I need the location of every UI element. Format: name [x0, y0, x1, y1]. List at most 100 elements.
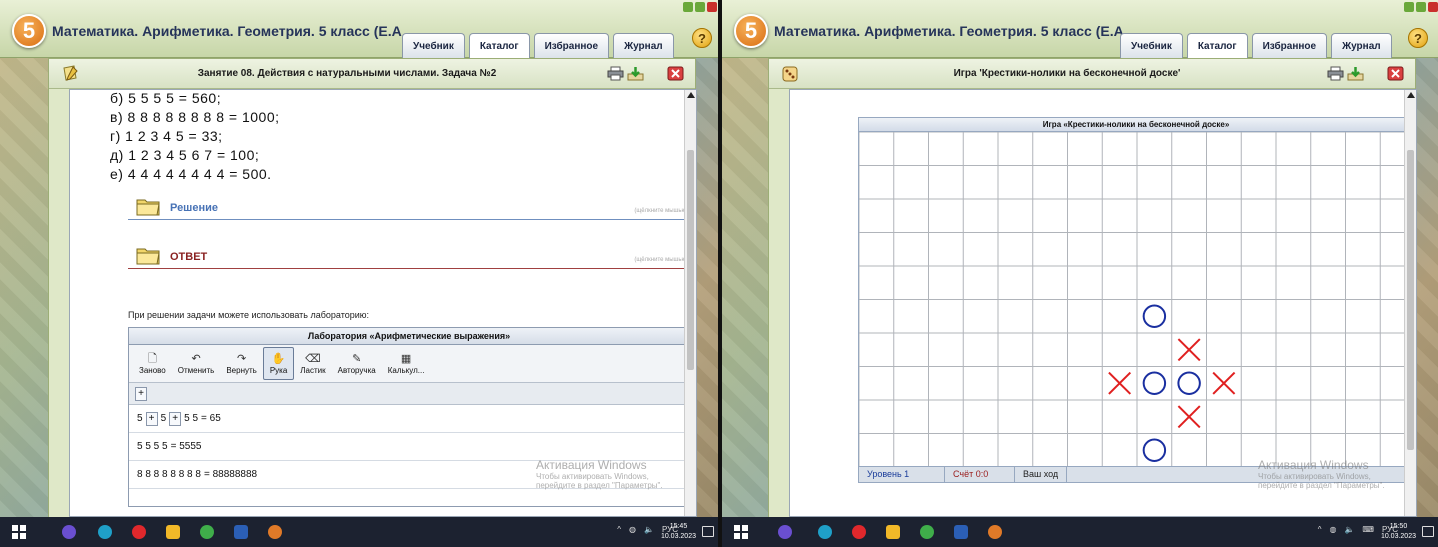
tab-textbook[interactable]: Учебник — [1120, 33, 1183, 58]
lesson-content: б) 5 5 5 5 = 560; в) 8 8 8 8 8 8 8 8 = 1… — [69, 89, 697, 517]
maximize-button[interactable] — [695, 2, 705, 12]
opera-icon[interactable] — [852, 525, 866, 539]
app-logo[interactable]: 5 — [12, 14, 46, 48]
edge-icon[interactable] — [98, 525, 112, 539]
expression-row[interactable]: 5 5 5 5 = 5555 — [129, 433, 689, 461]
folder-icon[interactable] — [166, 525, 180, 539]
download-icon[interactable] — [1347, 66, 1364, 81]
eraser-button[interactable]: ⌫ Ластик — [294, 345, 331, 382]
x-mark — [1108, 371, 1132, 395]
print-icon[interactable] — [607, 66, 624, 81]
tab-favorites[interactable]: Избранное — [1251, 33, 1328, 58]
download-icon[interactable] — [627, 66, 644, 81]
keyboard-icon[interactable]: ⌨ — [1362, 525, 1374, 534]
tic-tac-toe-grid[interactable] — [859, 132, 1415, 467]
calculator-button[interactable]: ▦ Калькул... — [382, 345, 431, 382]
network-icon[interactable]: ◍ — [629, 525, 636, 534]
volume-icon[interactable]: 🔈 — [644, 525, 654, 534]
minimize-button[interactable] — [683, 2, 693, 12]
notification-icon[interactable] — [702, 526, 714, 537]
expr-operator[interactable]: + — [169, 411, 182, 426]
task-line: в) 8 8 8 8 8 8 8 8 = 1000; — [110, 109, 280, 125]
program-icon[interactable] — [988, 525, 1002, 539]
solution-label[interactable]: Решение — [170, 202, 218, 214]
task-line: е) 4 4 4 4 4 4 4 4 = 500. — [110, 166, 272, 182]
x-mark — [1177, 405, 1201, 429]
tab-catalog[interactable]: Каталог — [468, 33, 530, 58]
chrome-icon[interactable] — [920, 525, 934, 539]
expr-operator[interactable]: + — [145, 411, 158, 426]
tab-journal[interactable]: Журнал — [613, 33, 674, 58]
print-icon[interactable] — [1327, 66, 1344, 81]
taskbar: ^ ◍ 🔈 ⌨ РУС 15:50 10.03.2023 — [722, 517, 1438, 547]
solution-section[interactable]: Решение (щёлкните мышью) — [128, 198, 688, 220]
tool-label: Калькул... — [387, 366, 425, 375]
help-button[interactable]: ? — [692, 28, 712, 48]
word-icon[interactable] — [234, 525, 248, 539]
tab-favorites[interactable]: Избранное — [533, 33, 610, 58]
tool-label: Ластик — [300, 366, 326, 375]
scroll-thumb[interactable] — [687, 150, 694, 370]
answer-section[interactable]: ОТВЕТ (щёлкните мышью) — [128, 247, 688, 269]
clock[interactable]: 15:50 10.03.2023 — [1381, 522, 1416, 542]
restart-button[interactable]: 🗋 Заново — [133, 345, 172, 382]
plus-operator-button[interactable]: + — [135, 387, 147, 401]
clock[interactable]: 15:45 10.03.2023 — [661, 522, 696, 542]
expr-result: = 5555 — [170, 441, 202, 452]
scroll-up-icon[interactable] — [1407, 92, 1415, 98]
watermark-line: перейдите в раздел "Параметры". — [1258, 481, 1385, 490]
close-button[interactable] — [1428, 2, 1438, 12]
status-score: Счёт 0:0 — [945, 467, 1015, 482]
answer-label[interactable]: ОТВЕТ — [170, 251, 207, 263]
network-icon[interactable]: ◍ — [1329, 525, 1336, 534]
click-hint: (щёлкните мышью) — [634, 257, 688, 263]
activation-watermark: Активация Windows Чтобы активировать Win… — [536, 458, 663, 490]
volume-icon[interactable]: 🔈 — [1344, 525, 1354, 534]
window-controls — [1404, 2, 1438, 12]
tab-catalog[interactable]: Каталог — [1186, 33, 1248, 58]
vertical-scrollbar[interactable] — [1404, 90, 1416, 516]
expr-digit: 5 — [137, 413, 143, 424]
scroll-thumb[interactable] — [1407, 150, 1414, 450]
chevron-up-icon[interactable]: ^ — [617, 525, 621, 534]
edge-icon[interactable] — [818, 525, 832, 539]
close-panel-icon[interactable] — [1387, 66, 1404, 81]
chevron-up-icon[interactable]: ^ — [1318, 525, 1322, 534]
close-panel-icon[interactable] — [667, 66, 684, 81]
undo-button[interactable]: ↶ Отменить — [172, 345, 221, 382]
pen-button[interactable]: ✎ Авторучка — [332, 345, 382, 382]
app-icon[interactable] — [62, 525, 76, 539]
redo-button[interactable]: ↷ Вернуть — [220, 345, 262, 382]
opera-icon[interactable] — [132, 525, 146, 539]
app-icon[interactable] — [778, 525, 792, 539]
watermark-line: Чтобы активировать Windows, — [536, 472, 649, 481]
scroll-up-icon[interactable] — [687, 92, 695, 98]
folder-icon[interactable] — [886, 525, 900, 539]
app-logo[interactable]: 5 — [734, 14, 768, 48]
maximize-button[interactable] — [1416, 2, 1426, 12]
notification-icon[interactable] — [1422, 526, 1434, 537]
windows-start-icon[interactable] — [12, 525, 26, 539]
hand-tool-button[interactable]: ✋ Рука — [262, 347, 295, 380]
expression-row[interactable]: 5 + 5 + 5 5 = 65 — [129, 405, 689, 433]
watermark-title: Активация Windows — [1258, 458, 1369, 472]
close-button[interactable] — [707, 2, 717, 12]
tab-textbook[interactable]: Учебник — [402, 33, 465, 58]
tab-journal[interactable]: Журнал — [1331, 33, 1392, 58]
expr-digit: 5 5 5 5 — [137, 441, 168, 452]
vertical-scrollbar[interactable] — [684, 90, 696, 516]
o-mark — [1142, 371, 1167, 395]
expr-digit: 8 8 8 8 8 8 8 8 — [137, 469, 201, 480]
help-button[interactable]: ? — [1408, 28, 1428, 48]
clock-date: 10.03.2023 — [660, 533, 696, 540]
lesson-panel: Занятие 08. Действия с натуральными числ… — [48, 58, 697, 518]
taskbar: ^ ◍ 🔈 РУС 15:45 10.03.2023 — [0, 517, 718, 547]
eraser-icon: ⌫ — [305, 353, 321, 365]
windows-start-icon[interactable] — [734, 525, 748, 539]
clock-time: 15:50 — [1389, 523, 1408, 530]
word-icon[interactable] — [954, 525, 968, 539]
minimize-button[interactable] — [1404, 2, 1414, 12]
program-icon[interactable] — [268, 525, 282, 539]
chrome-icon[interactable] — [200, 525, 214, 539]
window-controls — [683, 2, 717, 12]
